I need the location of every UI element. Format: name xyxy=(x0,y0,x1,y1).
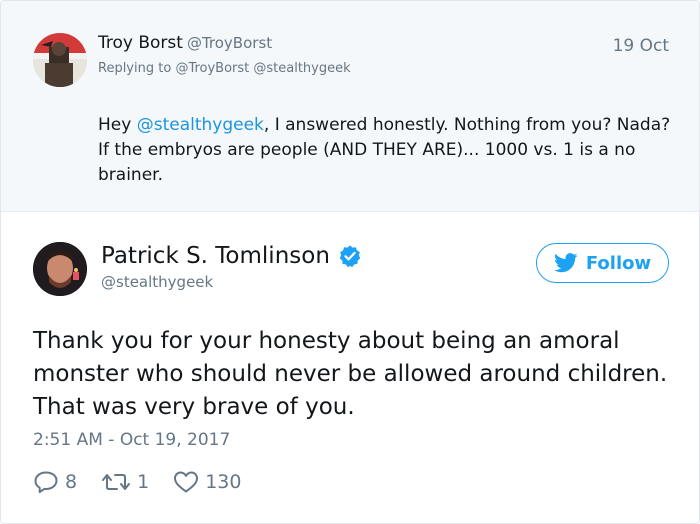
like-heart-icon xyxy=(174,471,199,493)
parent-tweet[interactable]: Troy Borst @TroyBorst 19 Oct Replying to … xyxy=(1,1,699,212)
reply-text-pre: Hey xyxy=(98,115,137,135)
patrick-avatar[interactable] xyxy=(33,242,87,296)
patrick-name-line[interactable]: Patrick S. Tomlinson xyxy=(101,243,362,269)
main-tweet-text: Thank you for your honesty about being a… xyxy=(33,328,668,420)
replying-prefix: Replying to xyxy=(98,61,172,76)
tweet-actions: 8 1 130 xyxy=(33,467,265,497)
troy-avatar[interactable] xyxy=(33,33,87,87)
patrick-display-name[interactable]: Patrick S. Tomlinson xyxy=(101,243,330,269)
troy-name-line[interactable]: Troy Borst @TroyBorst xyxy=(98,33,272,53)
twitter-bird-icon xyxy=(553,253,578,273)
reply-icon xyxy=(34,471,58,493)
reply-tweet-text: Hey @stealthygeek, I answered honestly. … xyxy=(98,113,678,188)
patrick-handle[interactable]: @stealthygeek xyxy=(101,273,213,291)
reply-date[interactable]: 19 Oct xyxy=(613,36,669,56)
tweet-timestamp[interactable]: 2:51 AM - Oct 19, 2017 xyxy=(33,430,230,450)
replying-to-handles[interactable]: @TroyBorst @stealthygeek xyxy=(175,61,350,76)
troy-handle[interactable]: @TroyBorst xyxy=(187,34,272,52)
retweet-icon xyxy=(102,474,131,490)
like-action[interactable]: 130 xyxy=(173,470,241,494)
follow-button[interactable]: Follow xyxy=(536,243,669,283)
reply-count: 8 xyxy=(65,471,78,493)
reply-mention-link[interactable]: @stealthygeek xyxy=(137,115,264,135)
follow-label: Follow xyxy=(585,252,652,274)
troy-display-name[interactable]: Troy Borst xyxy=(98,33,183,53)
tweet-embed: Troy Borst @TroyBorst 19 Oct Replying to … xyxy=(0,0,700,524)
like-count: 130 xyxy=(205,471,242,493)
reply-action[interactable]: 8 xyxy=(33,470,77,494)
verified-badge-icon xyxy=(338,244,362,268)
retweet-count: 1 xyxy=(137,471,150,493)
replying-to-line: Replying to @TroyBorst @stealthygeek xyxy=(98,61,351,76)
retweet-action[interactable]: 1 xyxy=(101,470,149,494)
